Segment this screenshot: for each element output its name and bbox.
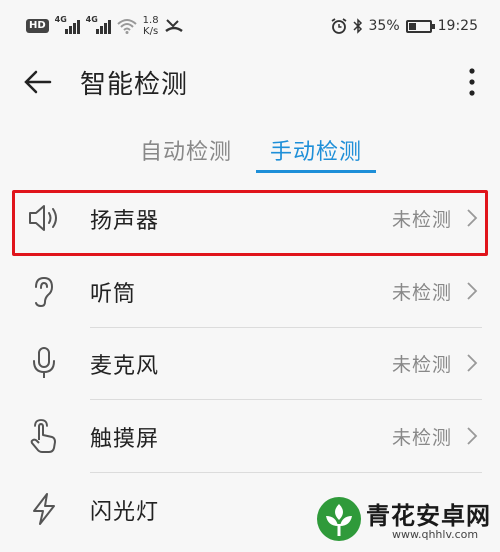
signal-icon: 4G [55,15,80,34]
watermark-logo [317,497,361,541]
tab-auto-detect[interactable]: 自动检测 [140,134,232,166]
status-bar: HD 4G 4G 1.8 K/s 35% 19:25 [0,0,500,52]
touch-hand-icon [30,419,56,453]
item-label: 麦克风 [90,354,160,379]
chevron-right-icon [467,427,478,445]
chevron-right-icon [467,354,478,372]
status-bar-right: 35% 19:25 [331,18,478,34]
item-status: 未检测 [391,282,452,304]
tab-bar: 自动检测 手动检测 [0,128,500,174]
microphone-icon [33,347,55,378]
wifi-icon [117,19,137,34]
item-label: 触摸屏 [90,427,160,452]
more-options-icon[interactable] [466,66,478,98]
battery-percent: 35% [368,18,400,34]
bluetooth-icon [352,18,362,34]
ear-icon [35,276,54,308]
list-item-touchscreen[interactable]: 触摸屏 未检测 [0,400,500,472]
network-speed: 1.8 K/s [142,15,159,37]
back-arrow-icon[interactable] [22,66,54,98]
lightning-icon [33,493,55,525]
signal-icon-2: 4G [86,15,111,34]
list-item-microphone[interactable]: 麦克风 未检测 [0,327,500,399]
item-status: 未检测 [391,354,452,376]
active-tab-indicator [256,170,376,173]
list-item-earpiece[interactable]: 听筒 未检测 [0,255,500,327]
watermark-url: www.qhhlv.com [392,528,479,541]
item-label: 闪光灯 [90,500,160,525]
status-bar-left: HD 4G 4G 1.8 K/s [26,15,183,37]
app-header: 智能检测 [0,52,500,110]
battery-icon [405,19,435,33]
missed-call-icon [164,19,183,33]
alarm-icon [331,18,347,34]
watermark-title: 青花安卓网 [366,502,491,530]
item-label: 听筒 [90,282,137,307]
clock: 19:25 [437,18,478,34]
hd-badge: HD [26,19,49,33]
chevron-right-icon [467,282,478,300]
watermark: 青花安卓网 www.qhhlv.com [312,490,498,550]
tab-manual-detect[interactable]: 手动检测 [270,134,362,166]
item-status: 未检测 [391,427,452,449]
highlight-box [12,190,488,256]
page-title: 智能检测 [80,70,189,100]
